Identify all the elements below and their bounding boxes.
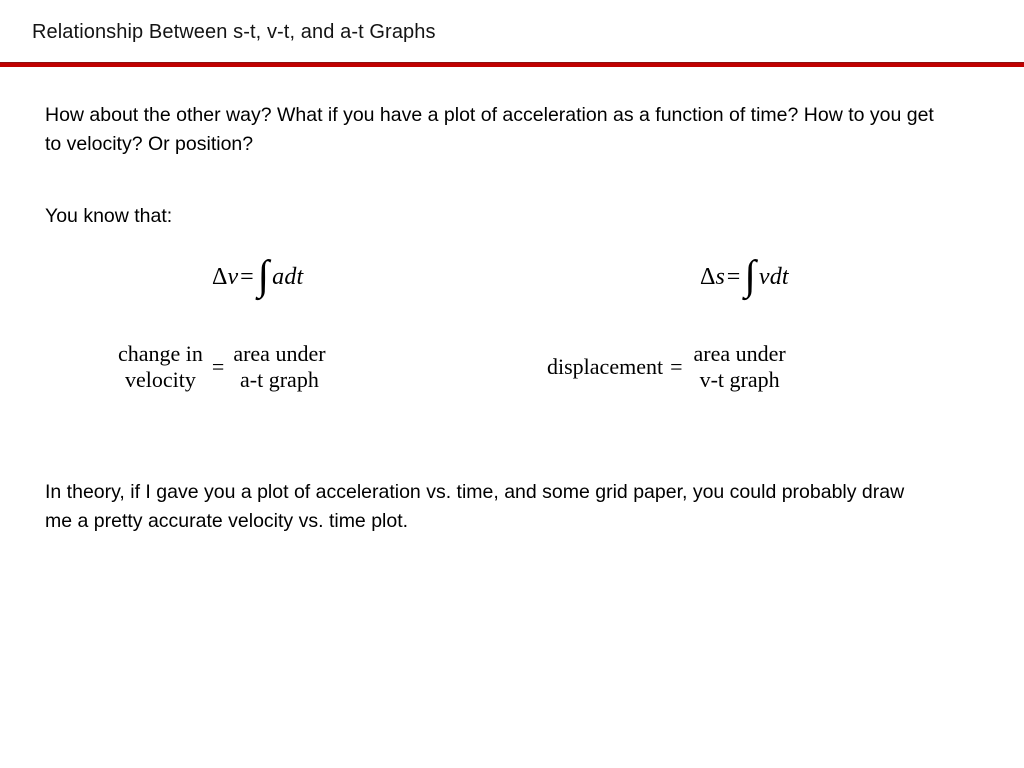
rhs-line-2: v-t graph — [699, 367, 780, 392]
integral-icon: ∫ — [257, 253, 270, 299]
word-equation-right-lhs: displacement — [547, 354, 664, 379]
closing-paragraph: In theory, if I gave you a plot of accel… — [45, 481, 905, 532]
delta-symbol: Δ — [212, 264, 228, 291]
delta-symbol: Δ — [700, 264, 716, 291]
intro-paragraph: How about the other way? What if you hav… — [45, 104, 934, 155]
integrand-adt: adt — [272, 264, 304, 291]
word-equation-right-rhs: area under v-t graph — [694, 341, 786, 393]
rhs-line-2: a-t graph — [240, 367, 319, 392]
integrand-vdt: vdt — [758, 264, 789, 291]
lead-in-text: You know that: — [45, 205, 173, 227]
rhs-line-1: area under — [693, 341, 786, 366]
equation-delta-v: Δv = ∫ adt — [212, 253, 304, 299]
equation-variable-v: v — [227, 264, 239, 291]
word-equation-left-lhs: change in velocity — [118, 341, 203, 393]
page-title: Relationship Between s-t, v-t, and a-t G… — [32, 21, 436, 43]
title-divider-rule — [0, 62, 1024, 67]
lhs-line-1: change in — [118, 341, 203, 366]
equals-sign: = — [670, 354, 683, 379]
lhs-line-2: velocity — [125, 367, 196, 392]
integral-icon: ∫ — [744, 253, 756, 299]
equals-sign: = — [211, 354, 225, 379]
equation-delta-s: Δs = ∫ vdt — [700, 253, 789, 299]
equation-variable-s: s — [715, 264, 725, 291]
rhs-line-1: area under — [233, 341, 326, 366]
equals-sign: = — [726, 264, 741, 291]
word-equation-change-in-velocity: change in velocity = area under a-t grap… — [118, 341, 326, 393]
equals-sign: = — [240, 264, 254, 291]
word-equation-left-rhs: area under a-t graph — [233, 341, 325, 393]
word-equation-displacement: displacement = area under v-t graph — [547, 341, 786, 393]
